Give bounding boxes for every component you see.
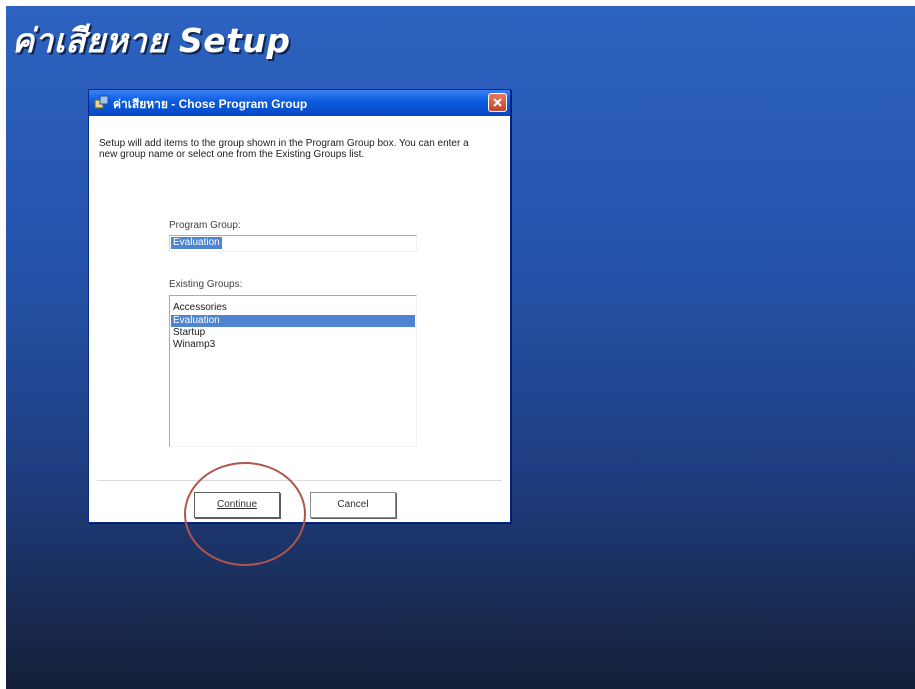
- program-group-value: Evaluation: [171, 237, 222, 249]
- program-group-input[interactable]: Evaluation: [169, 235, 417, 252]
- list-item[interactable]: Startup: [171, 327, 415, 339]
- cancel-button[interactable]: Cancel: [310, 492, 396, 518]
- existing-groups-label: Existing Groups:: [169, 279, 243, 290]
- setup-title: ค่าเสียหาย Setup: [12, 21, 291, 60]
- close-icon: [493, 98, 502, 107]
- button-separator: [97, 480, 502, 481]
- choose-program-group-dialog: ค่าเสียหาย - Chose Program Group Setup w…: [88, 89, 511, 523]
- setup-icon: [94, 95, 109, 110]
- close-button[interactable]: [488, 93, 507, 112]
- desktop-background: ค่าเสียหาย Setup ค่าเสียหาย - Chose Prog…: [6, 6, 915, 689]
- list-item[interactable]: Accessories: [171, 302, 415, 314]
- program-group-label: Program Group:: [169, 220, 241, 231]
- list-item-selected[interactable]: Evaluation: [171, 315, 415, 327]
- instructions-text: Setup will add items to the group shown …: [99, 138, 469, 160]
- annotation-circle: [184, 462, 306, 566]
- list-item[interactable]: Winamp3: [171, 339, 415, 351]
- dialog-titlebar[interactable]: ค่าเสียหาย - Chose Program Group: [89, 90, 510, 116]
- existing-groups-list[interactable]: Accessories Evaluation Startup Winamp3: [169, 295, 417, 447]
- dialog-body: Setup will add items to the group shown …: [89, 116, 510, 522]
- cancel-label: Cancel: [337, 499, 369, 510]
- dialog-title: ค่าเสียหาย - Chose Program Group: [113, 97, 308, 111]
